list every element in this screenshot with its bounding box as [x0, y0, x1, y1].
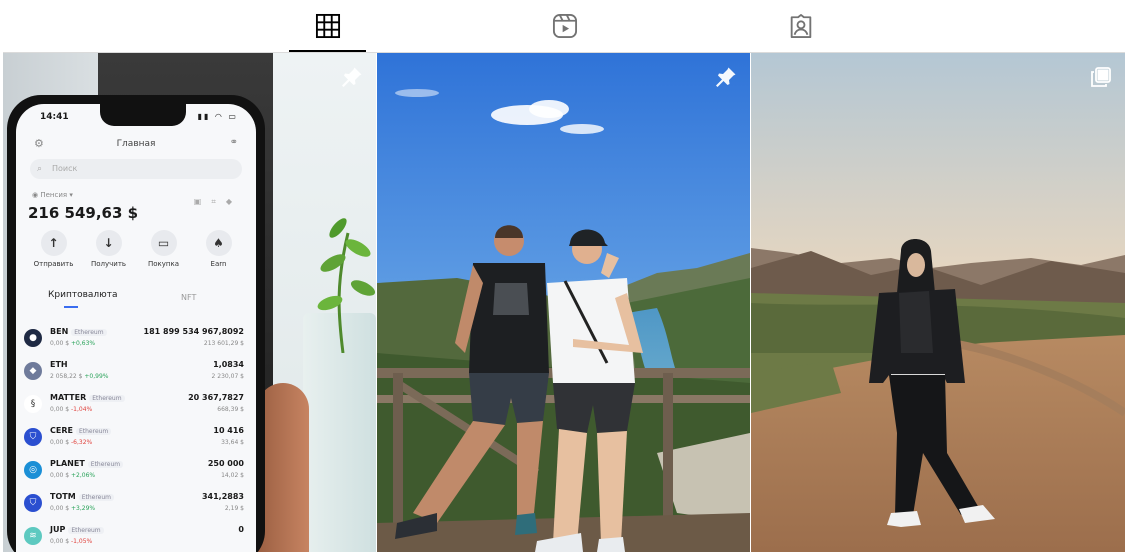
token-row: § MATTER Ethereum 0,00 $ -1,04% 20 367,7827 6… [16, 390, 256, 423]
token-price: 2 058,22 $ +0,99% [50, 373, 109, 380]
tab-tagged[interactable] [762, 0, 839, 52]
phone-screen: 14:41 ▮▮ ◠ ▭ ⚙ Главная ⚭ ⌕ Поиск ◉ Пенси… [16, 104, 256, 552]
token-symbol: JUP Ethereum [50, 525, 104, 534]
token-fiat: 668,39 $ [217, 406, 244, 413]
hills-photo [751, 53, 1125, 552]
pin-icon [716, 67, 736, 87]
posts-grid: 14:41 ▮▮ ◠ ▭ ⚙ Главная ⚭ ⌕ Поиск ◉ Пенси… [3, 53, 1125, 552]
grid-icon [315, 13, 340, 39]
search-icon: ⌕ [37, 164, 43, 174]
token-fiat: 14,02 $ [221, 472, 244, 479]
token-icon: ⛉ [24, 428, 42, 446]
token-icon: ◆ [24, 362, 42, 380]
token-symbol: CERE Ethereum [50, 426, 112, 435]
phone-image: 14:41 ▮▮ ◠ ▭ ⚙ Главная ⚭ ⌕ Поиск ◉ Пенси… [7, 95, 265, 552]
token-amount: 0 [238, 525, 244, 534]
token-row: ≋ JUP Ethereum 0,00 $ -1,05% 0 [16, 522, 256, 552]
carousel-icon [1091, 67, 1111, 87]
tab-posts[interactable] [289, 0, 366, 52]
plant-image [317, 218, 376, 353]
arrow-down-icon: ↓ [95, 230, 122, 256]
screen-title: Главная [116, 139, 156, 149]
token-symbol: PLANET Ethereum [50, 459, 124, 468]
token-symbol: BEN Ethereum [50, 327, 107, 336]
wallet-tool-icons: ▣⌗◆ [193, 197, 242, 206]
token-symbol: MATTER Ethereum [50, 393, 125, 402]
token-icon: ● [24, 329, 42, 347]
action-send: ↑ Отправить [31, 230, 77, 276]
token-icon: § [24, 395, 42, 413]
tagged-user-icon [790, 13, 811, 39]
token-symbol: ETH [50, 360, 68, 369]
token-price: 0,00 $ -1,04% [50, 406, 93, 413]
token-fiat: 2,19 $ [224, 505, 244, 512]
token-fiat: 2 230,07 $ [211, 373, 244, 380]
token-network: Ethereum [89, 395, 125, 402]
post-thumbnail-hooded-man[interactable] [751, 53, 1125, 552]
token-price: 0,00 $ -6,32% [50, 439, 93, 446]
token-price: 0,00 $ +0,63% [50, 340, 96, 347]
account-label: ◉ Пенсия ▾ [32, 191, 73, 199]
token-amount: 20 367,7827 [188, 393, 244, 402]
token-price: 0,00 $ +2,06% [50, 472, 96, 479]
phone-notch [100, 104, 186, 126]
token-network: Ethereum [71, 329, 107, 336]
token-amount: 181 899 534 967,8092 [143, 327, 244, 336]
token-amount: 341,2883 [201, 492, 244, 501]
token-icon: ≋ [24, 527, 42, 545]
earn-icon: ♠ [205, 230, 232, 256]
screen-tab-nft: NFT [181, 293, 197, 302]
token-network: Ethereum [78, 494, 114, 501]
screen-tabs: Криптовалюта NFT [26, 290, 246, 308]
profile-tabs [0, 0, 1129, 53]
arrow-up-icon: ↑ [40, 230, 67, 256]
tab-reels[interactable] [526, 0, 603, 52]
token-network: Ethereum [87, 461, 124, 468]
friends-photo [377, 53, 750, 552]
token-list: ● BEN Ethereum 0,00 $ +0,63% 181 899 534 967… [16, 324, 256, 552]
token-row: ⛉ CERE Ethereum 0,00 $ -6,32% 10 416 33,64 $ [16, 423, 256, 456]
token-price: 0,00 $ +3,29% [50, 505, 96, 512]
post-thumbnail-two-friends[interactable] [377, 53, 750, 552]
pin-icon [342, 67, 362, 87]
token-price: 0,00 $ -1,05% [50, 538, 93, 545]
token-amount: 250 000 [207, 459, 244, 468]
token-fiat: 33,64 $ [221, 439, 244, 446]
token-row: ◎ PLANET Ethereum 0,00 $ +2,06% 250 000 14,02… [16, 456, 256, 489]
card-icon: ▭ [150, 230, 177, 256]
token-row: ◆ ETH 2 058,22 $ +0,99% 1,0834 2 230,07 $ [16, 357, 256, 390]
token-row: ● BEN Ethereum 0,00 $ +0,63% 181 899 534 967… [16, 324, 256, 357]
token-network: Ethereum [75, 428, 112, 435]
token-amount: 1,0834 [213, 360, 244, 369]
token-amount: 10 416 [213, 426, 244, 435]
token-icon: ⛉ [24, 494, 42, 512]
token-fiat: 213 601,29 $ [203, 340, 244, 347]
link-icon: ⚭ [229, 137, 238, 148]
balance: 216 549,63 $ [28, 204, 139, 222]
status-icons: ▮▮ ◠ ▭ [197, 112, 238, 121]
screen-tab-crypto: Криптовалюта [48, 290, 118, 308]
action-receive: ↓ Получить [86, 230, 132, 276]
status-time: 14:41 [40, 112, 69, 122]
wallet-actions: ↑ Отправить ↓ Получить ▭ Покупка ♠ Earn [26, 230, 246, 276]
search-placeholder: Поиск [52, 164, 78, 173]
token-network: Ethereum [68, 527, 104, 534]
screen-search: ⌕ Поиск [30, 159, 242, 179]
token-row: ⛉ TOTM Ethereum 0,00 $ +3,29% 341,2883 2,19 $ [16, 489, 256, 522]
post-thumbnail-phone-wallet[interactable]: 14:41 ▮▮ ◠ ▭ ⚙ Главная ⚭ ⌕ Поиск ◉ Пенси… [3, 53, 376, 552]
action-earn: ♠ Earn [196, 230, 242, 276]
token-symbol: TOTM Ethereum [50, 492, 114, 501]
token-icon: ◎ [24, 461, 42, 479]
action-buy: ▭ Покупка [141, 230, 187, 276]
reels-icon [552, 13, 577, 39]
